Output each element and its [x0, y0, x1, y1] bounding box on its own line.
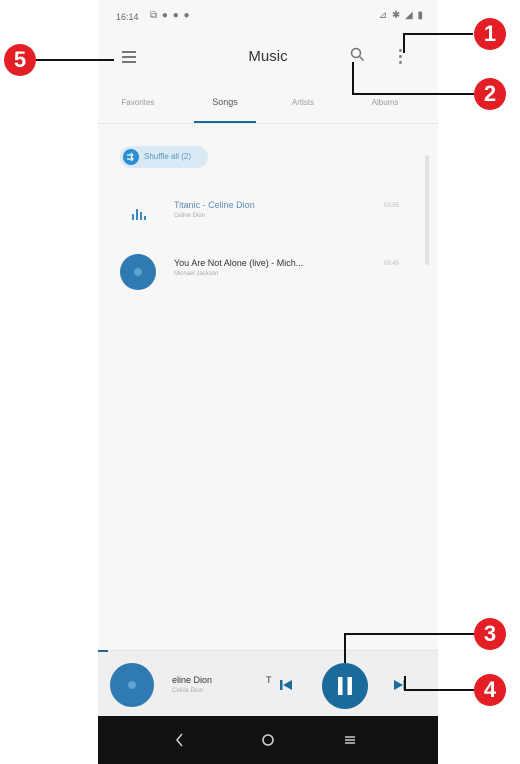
shuffle-label: Shuffle all (2) — [144, 152, 191, 161]
song-title: Titanic - Celine Dion — [174, 200, 255, 210]
callout-4: 4 — [474, 674, 506, 706]
song-artist: Celine Dion — [174, 213, 206, 219]
tab-bar: Favorites Songs Artists Albums — [98, 86, 438, 124]
callout-1: 1 — [474, 18, 506, 50]
status-time: 16:14 — [116, 12, 139, 22]
active-tab-indicator — [194, 121, 256, 123]
song-list-item[interactable]: Titanic - Celine Dion Celine Dion 03:55 — [98, 188, 428, 240]
shuffle-icon — [123, 149, 139, 165]
scrollbar[interactable] — [425, 155, 429, 265]
callout-3-leader — [344, 633, 474, 635]
callout-1-leader — [403, 33, 473, 35]
more-options-icon[interactable] — [392, 46, 408, 68]
song-duration: 03:55 — [384, 203, 400, 209]
phone-screen: 16:14 ⧉ ● ● ● ⊿ ✱ ◢ ▮ Music Favorites So… — [98, 0, 438, 764]
previous-track-icon[interactable] — [278, 677, 294, 693]
album-art — [120, 254, 156, 290]
callout-4-leader — [404, 689, 474, 691]
song-list-item[interactable]: You Are Not Alone (live) - Mich... Micha… — [98, 246, 428, 298]
playback-progress — [98, 650, 108, 652]
callout-2: 2 — [474, 78, 506, 110]
home-icon[interactable] — [258, 730, 278, 750]
system-status-icons: ⊿ ✱ ◢ ▮ — [378, 10, 424, 21]
shuffle-all-button[interactable]: Shuffle all (2) — [120, 146, 208, 168]
notification-icons: ⧉ ● ● ● — [150, 10, 191, 21]
callout-1-leader-vertical — [403, 33, 405, 53]
callout-4-leader-vertical — [404, 676, 406, 690]
mini-player[interactable]: eline Dion Celine Dion T — [98, 650, 438, 716]
callout-3-leader-vertical — [344, 633, 346, 663]
song-artist: Michael Jackson — [174, 271, 219, 277]
back-icon[interactable] — [170, 730, 190, 750]
mini-player-album-art — [110, 663, 154, 707]
system-navigation-bar — [98, 716, 438, 764]
tab-favorites[interactable]: Favorites — [112, 98, 164, 107]
tab-artists[interactable]: Artists — [280, 98, 326, 107]
status-bar: 16:14 ⧉ ● ● ● ⊿ ✱ ◢ ▮ — [98, 0, 438, 34]
callout-3: 3 — [474, 618, 506, 650]
callout-2-leader-vertical — [352, 62, 354, 95]
callout-5: 5 — [4, 44, 36, 76]
page-title: Music — [248, 48, 288, 65]
pause-button[interactable] — [322, 663, 368, 709]
app-bar: Music — [98, 34, 438, 80]
song-title: You Are Not Alone (live) - Mich... — [174, 258, 304, 268]
tab-songs[interactable]: Songs — [198, 97, 252, 107]
recent-apps-icon[interactable] — [340, 730, 360, 750]
mini-player-title: eline Dion — [172, 675, 213, 685]
song-duration: 05:45 — [384, 261, 400, 267]
mini-player-artist: Celine Dion — [172, 688, 204, 694]
callout-2-leader — [352, 93, 474, 95]
callout-5-leader — [36, 59, 114, 61]
now-playing-equalizer-icon — [132, 206, 146, 220]
mini-player-title-overflow: T — [266, 675, 272, 685]
tab-albums[interactable]: Albums — [360, 98, 410, 107]
